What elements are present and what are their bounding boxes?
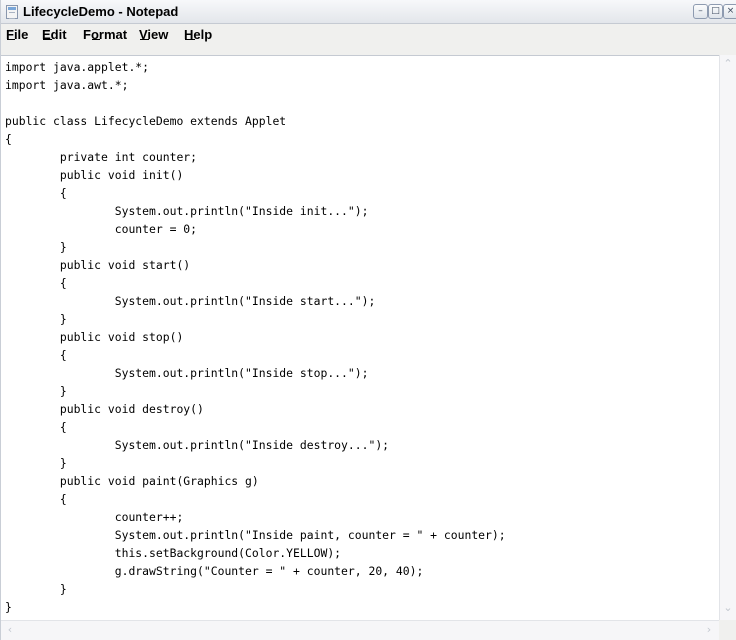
edit-accelerator-underline bbox=[43, 39, 52, 40]
scroll-up-icon[interactable]: ⌃ bbox=[720, 56, 736, 72]
code-line: System.out.println("Inside stop..."); bbox=[5, 366, 369, 380]
code-line: public void paint(Graphics g) bbox=[5, 474, 259, 488]
code-line: { bbox=[5, 420, 67, 434]
scroll-right-icon[interactable]: › bbox=[701, 622, 717, 638]
code-line: System.out.println("Inside start..."); bbox=[5, 294, 376, 308]
horizontal-scrollbar[interactable]: ‹ › bbox=[1, 620, 719, 640]
close-icon: × bbox=[726, 6, 735, 16]
close-button[interactable]: × bbox=[723, 4, 736, 19]
code-line: { bbox=[5, 186, 67, 200]
code-line: { bbox=[5, 276, 67, 290]
code-line: } bbox=[5, 312, 67, 326]
maximize-button[interactable]: □ bbox=[708, 4, 723, 19]
minimize-button[interactable]: – bbox=[693, 4, 708, 19]
code-line: } bbox=[5, 600, 12, 614]
title-bar[interactable]: LifecycleDemo - Notepad – □ × bbox=[1, 0, 736, 24]
size-grip[interactable] bbox=[719, 620, 736, 640]
file-accelerator-underline bbox=[7, 39, 15, 40]
view-accelerator-underline bbox=[140, 39, 149, 40]
code-line: this.setBackground(Color.YELLOW); bbox=[5, 546, 342, 560]
code-line: counter = 0; bbox=[5, 222, 198, 236]
scroll-left-icon[interactable]: ‹ bbox=[2, 622, 18, 638]
code-line: } bbox=[5, 456, 67, 470]
format-accelerator-underline bbox=[92, 39, 100, 40]
help-accelerator-underline bbox=[185, 39, 195, 40]
notepad-window: LifecycleDemo - Notepad – □ × File Edit … bbox=[0, 0, 736, 640]
code-line: import java.applet.*; bbox=[5, 60, 150, 74]
code-line: System.out.println("Inside destroy..."); bbox=[5, 438, 390, 452]
notepad-icon[interactable] bbox=[6, 5, 18, 19]
code-line: public class LifecycleDemo extends Apple… bbox=[5, 114, 287, 128]
code-line: private int counter; bbox=[5, 150, 198, 164]
menu-format[interactable]: Format bbox=[83, 27, 127, 42]
code-line: { bbox=[5, 492, 67, 506]
code-line: } bbox=[5, 240, 67, 254]
code-line: g.drawString("Counter = " + counter, 20,… bbox=[5, 564, 424, 578]
code-line: { bbox=[5, 132, 12, 146]
text-editor[interactable]: import java.applet.*; import java.awt.*; p… bbox=[1, 55, 736, 640]
vertical-scrollbar[interactable]: ⌃ ⌄ bbox=[719, 55, 736, 620]
code-line: System.out.println("Inside init..."); bbox=[5, 204, 369, 218]
code-line: public void destroy() bbox=[5, 402, 204, 416]
code-line: { bbox=[5, 348, 67, 362]
editor-content[interactable]: import java.applet.*; import java.awt.*; p… bbox=[5, 58, 506, 616]
code-line: counter++; bbox=[5, 510, 184, 524]
scroll-down-icon[interactable]: ⌄ bbox=[720, 600, 736, 616]
window-title: LifecycleDemo - Notepad bbox=[23, 4, 179, 19]
code-line: public void start() bbox=[5, 258, 191, 272]
code-line: public void init() bbox=[5, 168, 184, 182]
maximize-icon: □ bbox=[711, 6, 720, 16]
code-line: import java.awt.*; bbox=[5, 78, 129, 92]
minimize-icon: – bbox=[698, 6, 703, 16]
code-line: } bbox=[5, 384, 67, 398]
menu-bar: File Edit Format View Help bbox=[1, 24, 736, 44]
code-line: System.out.println("Inside paint, counte… bbox=[5, 528, 506, 542]
code-line: } bbox=[5, 582, 67, 596]
code-line: public void stop() bbox=[5, 330, 184, 344]
